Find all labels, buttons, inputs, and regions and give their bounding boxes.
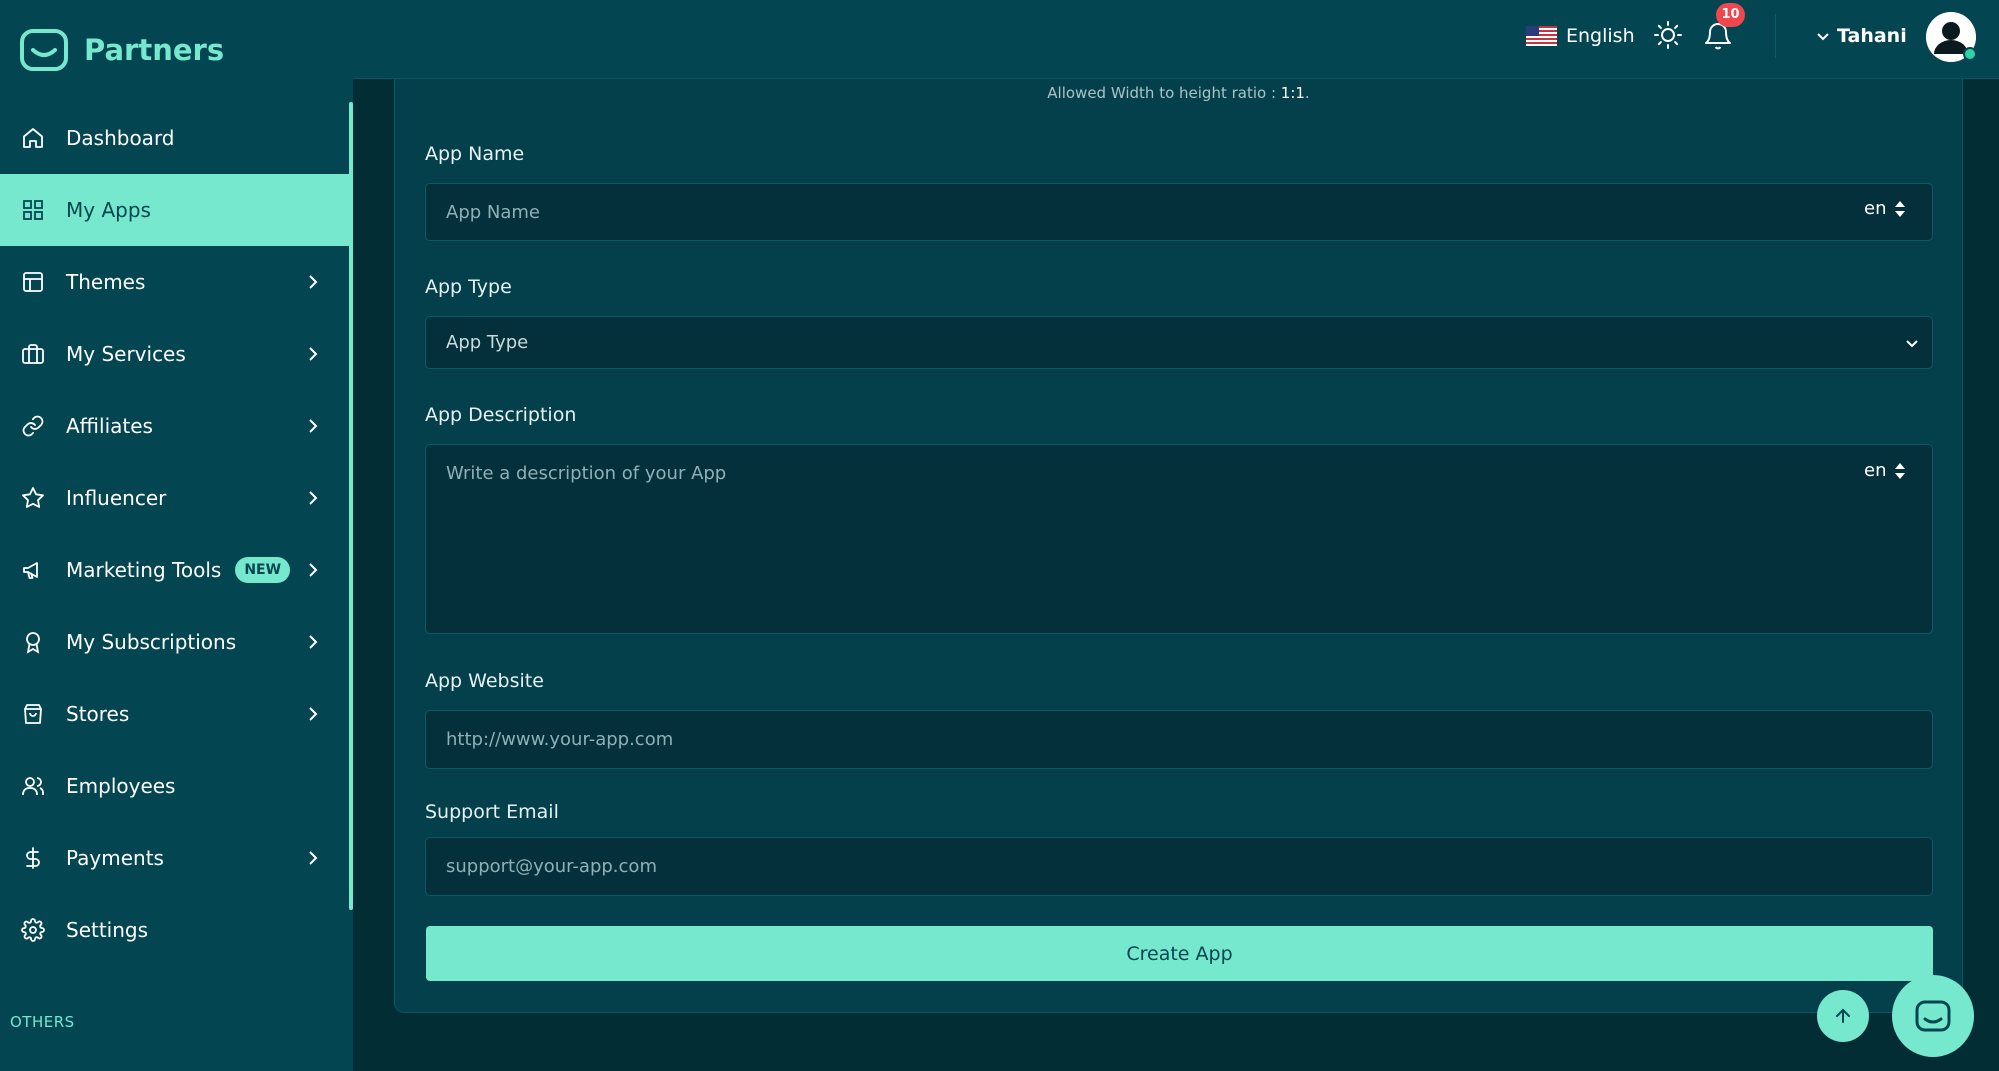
header-divider — [1775, 14, 1776, 58]
sidebar-item-my-subscriptions[interactable]: My Subscriptions — [0, 606, 353, 678]
app-type-select[interactable]: App Type — [425, 316, 1933, 369]
gear-icon — [20, 917, 46, 943]
sidebar-item-label: Themes — [66, 270, 146, 294]
sidebar-item-affiliates[interactable]: Affiliates — [0, 390, 353, 462]
chevron-right-icon — [309, 491, 318, 505]
language-label: English — [1566, 25, 1635, 47]
us-flag-icon — [1526, 26, 1557, 46]
app-description-label: App Description — [425, 404, 577, 426]
scroll-to-top-button[interactable] — [1817, 990, 1869, 1042]
sidebar-item-label: My Apps — [66, 198, 151, 222]
chevron-right-icon — [309, 635, 318, 649]
sidebar-item-label: My Services — [66, 342, 186, 366]
language-selector[interactable]: English — [1526, 22, 1635, 50]
sidebar-item-label: Stores — [66, 702, 130, 726]
app-type-selected-value: App Type — [446, 332, 529, 353]
sidebar-item-influencer[interactable]: Influencer — [0, 462, 353, 534]
image-ratio-hint: Allowed Width to height ratio : 1:1. — [1047, 84, 1310, 102]
app-website-label: App Website — [425, 670, 544, 692]
sort-icon — [1895, 200, 1906, 217]
sidebar-item-themes[interactable]: Themes — [0, 246, 353, 318]
chevron-right-icon — [309, 347, 318, 361]
user-name: Tahani — [1837, 25, 1907, 47]
megaphone-icon — [20, 557, 46, 583]
app-description-language-switch[interactable]: en — [1864, 460, 1908, 481]
grid-icon — [20, 197, 46, 223]
arrow-up-icon — [1836, 1008, 1850, 1023]
support-email-label: Support Email — [425, 801, 559, 823]
sidebar-item-label: Dashboard — [66, 126, 175, 150]
notification-count-badge: 10 — [1716, 3, 1745, 27]
chevron-down-icon — [1906, 340, 1918, 348]
chat-icon — [1915, 1000, 1951, 1032]
sidebar: Partners Dashboard My Apps Themes My Ser… — [0, 0, 353, 1071]
brand-logo-icon — [18, 27, 70, 73]
dollar-icon — [20, 845, 46, 871]
sort-icon — [1895, 462, 1906, 479]
briefcase-icon — [20, 341, 46, 367]
link-icon — [20, 413, 46, 439]
user-menu[interactable]: Tahani — [1815, 22, 1907, 50]
sidebar-item-my-services[interactable]: My Services — [0, 318, 353, 390]
sidebar-item-label: Employees — [66, 774, 176, 798]
sidebar-item-settings[interactable]: Settings — [0, 894, 353, 966]
chevron-right-icon — [309, 851, 318, 865]
sidebar-item-label: Settings — [66, 918, 149, 942]
online-status-dot — [1963, 47, 1977, 61]
sidebar-nav: Dashboard My Apps Themes My Services Aff… — [0, 102, 353, 966]
chevron-down-icon — [1817, 33, 1829, 41]
sidebar-scrollbar[interactable] — [349, 102, 353, 910]
chevron-right-icon — [309, 275, 318, 289]
sidebar-item-my-apps[interactable]: My Apps — [0, 174, 353, 246]
create-app-button[interactable]: Create App — [426, 926, 1933, 981]
chevron-right-icon — [309, 419, 318, 433]
brand[interactable]: Partners — [18, 27, 224, 73]
layout-icon — [20, 269, 46, 295]
sidebar-item-label: Payments — [66, 846, 164, 870]
sidebar-item-label: Marketing Tools — [66, 558, 222, 582]
app-name-label: App Name — [425, 143, 525, 165]
sidebar-item-employees[interactable]: Employees — [0, 750, 353, 822]
app-description-textarea[interactable] — [425, 444, 1933, 634]
app-type-label: App Type — [425, 276, 512, 298]
star-icon — [20, 485, 46, 511]
award-icon — [20, 629, 46, 655]
app-name-language-switch[interactable]: en — [1864, 198, 1908, 219]
new-badge: NEW — [235, 557, 291, 583]
sun-icon[interactable] — [1653, 20, 1683, 50]
support-email-input[interactable] — [425, 837, 1933, 896]
home-icon — [20, 125, 46, 151]
users-icon — [20, 773, 46, 799]
sidebar-item-dashboard[interactable]: Dashboard — [0, 102, 353, 174]
sidebar-item-payments[interactable]: Payments — [0, 822, 353, 894]
sidebar-item-label: Affiliates — [66, 414, 153, 438]
chevron-right-icon — [309, 563, 318, 577]
sidebar-item-stores[interactable]: Stores — [0, 678, 353, 750]
sidebar-item-marketing-tools[interactable]: Marketing Tools NEW — [0, 534, 353, 606]
sidebar-item-label: My Subscriptions — [66, 630, 237, 654]
chat-support-button[interactable] — [1892, 975, 1974, 1057]
app-name-input[interactable] — [425, 183, 1933, 241]
app-website-input[interactable] — [425, 710, 1933, 769]
sidebar-section-label: OTHERS — [10, 1013, 75, 1031]
shopping-bag-icon — [20, 701, 46, 727]
chevron-right-icon — [309, 707, 318, 721]
brand-name: Partners — [84, 33, 225, 67]
sidebar-item-label: Influencer — [66, 486, 167, 510]
top-header: English 10 Tahani — [353, 0, 1999, 79]
